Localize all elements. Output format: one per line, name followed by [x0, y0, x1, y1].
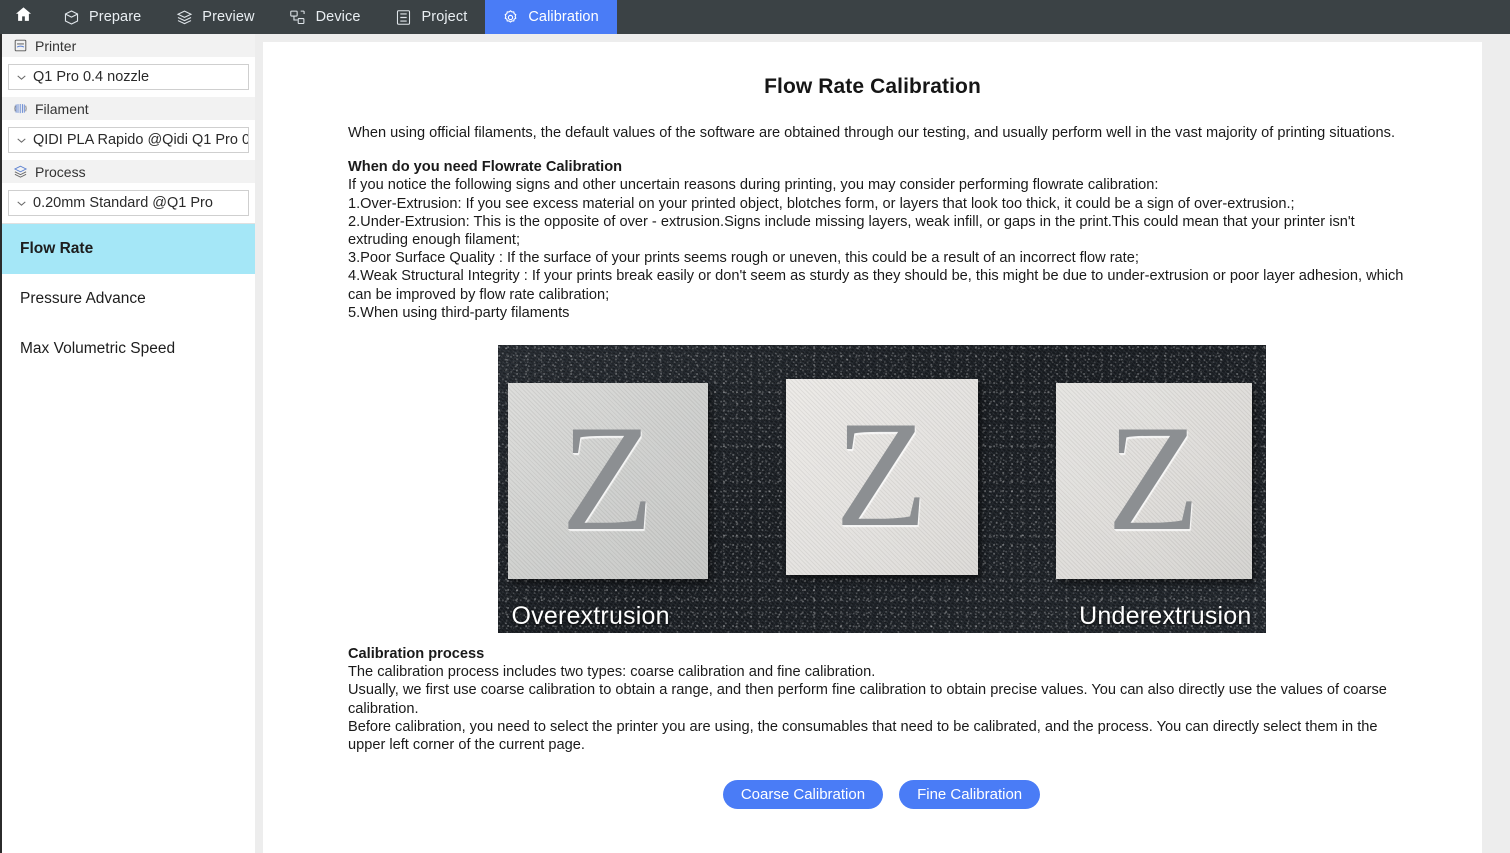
- sidebar-item-max-volumetric-speed[interactable]: Max Volumetric Speed: [2, 324, 255, 374]
- list-icon: [395, 8, 413, 26]
- home-icon: [14, 5, 33, 29]
- tile-glyph: Z: [1107, 394, 1200, 563]
- chevron-down-icon: [15, 134, 28, 147]
- chevron-down-icon: [15, 197, 28, 210]
- sidebar-item-pressure-advance-label: Pressure Advance: [20, 290, 146, 307]
- tab-calibration-label: Calibration: [528, 9, 599, 25]
- main-panel-wrap: Flow Rate Calibration When using officia…: [255, 34, 1510, 853]
- process-line-1: The calibration process includes two typ…: [348, 664, 876, 681]
- when-item-4: 4.Weak Structural Integrity : If your pr…: [348, 268, 1404, 303]
- page-content: When using official filaments, the defau…: [285, 124, 1460, 810]
- filament-select-value: QIDI PLA Rapido @Qidi Q1 Pro 0.4...: [33, 132, 248, 148]
- when-item-3: 3.Poor Surface Quality : If the surface …: [348, 250, 1139, 267]
- sidebar-section-filament-label: Filament: [35, 100, 89, 117]
- process-heading: Calibration process: [348, 646, 485, 663]
- tab-project-label: Project: [421, 9, 468, 25]
- tile-glyph: Z: [561, 394, 654, 563]
- test-print-underextrusion: Z: [1055, 383, 1252, 580]
- printer-icon: [12, 38, 28, 54]
- tab-preview[interactable]: Preview: [159, 0, 272, 34]
- filament-combo-wrap: QIDI PLA Rapido @Qidi Q1 Pro 0.4...: [2, 121, 255, 160]
- process-icon: [12, 164, 28, 180]
- printer-combo-wrap: Q1 Pro 0.4 nozzle: [2, 58, 255, 97]
- sidebar-section-process-label: Process: [35, 163, 86, 180]
- calibration-page: Flow Rate Calibration When using officia…: [263, 42, 1482, 853]
- tab-calibration[interactable]: Calibration: [485, 0, 617, 34]
- tab-device[interactable]: Device: [273, 0, 379, 34]
- top-tab-bar: Prepare Preview Device Project Calibrati…: [0, 0, 1510, 34]
- monitor-icon: [289, 8, 307, 26]
- when-intro: If you notice the following signs and ot…: [348, 177, 1159, 194]
- process-combo-wrap: 0.20mm Standard @Q1 Pro: [2, 184, 255, 223]
- printer-select-value: Q1 Pro 0.4 nozzle: [33, 69, 150, 85]
- filament-icon: [12, 101, 28, 117]
- when-item-5: 5.When using third-party filaments: [348, 304, 570, 321]
- sidebar-item-pressure-advance[interactable]: Pressure Advance: [2, 274, 255, 324]
- tab-device-label: Device: [315, 9, 361, 25]
- tab-preview-label: Preview: [202, 9, 255, 25]
- filament-select[interactable]: QIDI PLA Rapido @Qidi Q1 Pro 0.4...: [8, 127, 249, 153]
- photo-label-overextrusion: Overextrusion: [511, 601, 670, 630]
- when-item-2: 2.Under-Extrusion: This is the opposite …: [348, 213, 1355, 249]
- gear-icon: [501, 8, 519, 26]
- process-select[interactable]: 0.20mm Standard @Q1 Pro: [8, 190, 249, 216]
- sidebar-section-printer-label: Printer: [35, 37, 77, 54]
- when-item-1: 1.Over-Extrusion: If you see excess mate…: [348, 195, 1295, 212]
- chevron-down-icon: [15, 71, 28, 84]
- sidebar-item-max-volumetric-speed-label: Max Volumetric Speed: [20, 340, 176, 357]
- test-print-overextrusion: Z: [507, 383, 708, 580]
- fine-calibration-button[interactable]: Fine Calibration: [899, 780, 1041, 810]
- layers-icon: [175, 8, 193, 26]
- sidebar-item-flow-rate-label: Flow Rate: [20, 240, 94, 257]
- tab-project[interactable]: Project: [379, 0, 486, 34]
- process-line-3: Before calibration, you need to select t…: [348, 718, 1378, 754]
- sidebar: Printer Q1 Pro 0.4 nozzle Filament QIDI: [0, 34, 255, 853]
- home-button[interactable]: [0, 0, 46, 34]
- sidebar-section-process: Process: [2, 160, 255, 184]
- app-body: Printer Q1 Pro 0.4 nozzle Filament QIDI: [0, 34, 1510, 853]
- process-select-value: 0.20mm Standard @Q1 Pro: [33, 195, 213, 211]
- printer-select[interactable]: Q1 Pro 0.4 nozzle: [8, 64, 249, 90]
- tab-prepare[interactable]: Prepare: [46, 0, 159, 34]
- sidebar-section-filament: Filament: [2, 97, 255, 121]
- cube-icon: [62, 8, 80, 26]
- sidebar-section-printer: Printer: [2, 34, 255, 58]
- tile-glyph: Z: [835, 390, 928, 559]
- extrusion-comparison-photo: Z Z Z Overextrusion Underextrusion: [497, 345, 1266, 634]
- page-title: Flow Rate Calibration: [764, 75, 981, 98]
- tab-prepare-label: Prepare: [89, 9, 142, 25]
- sidebar-item-flow-rate[interactable]: Flow Rate: [2, 224, 255, 274]
- coarse-calibration-button[interactable]: Coarse Calibration: [722, 780, 884, 810]
- test-print-correct: Z: [785, 379, 978, 576]
- calibration-buttons: Coarse Calibration Fine Calibration: [348, 780, 1415, 810]
- extrusion-comparison-photo-row: Z Z Z Overextrusion Underextrusion: [348, 345, 1415, 634]
- intro-paragraph: When using official filaments, the defau…: [348, 125, 1395, 141]
- process-line-2: Usually, we first use coarse calibration…: [348, 682, 1387, 717]
- photo-label-underextrusion: Underextrusion: [1079, 601, 1252, 630]
- when-heading: When do you need Flowrate Calibration: [348, 159, 623, 176]
